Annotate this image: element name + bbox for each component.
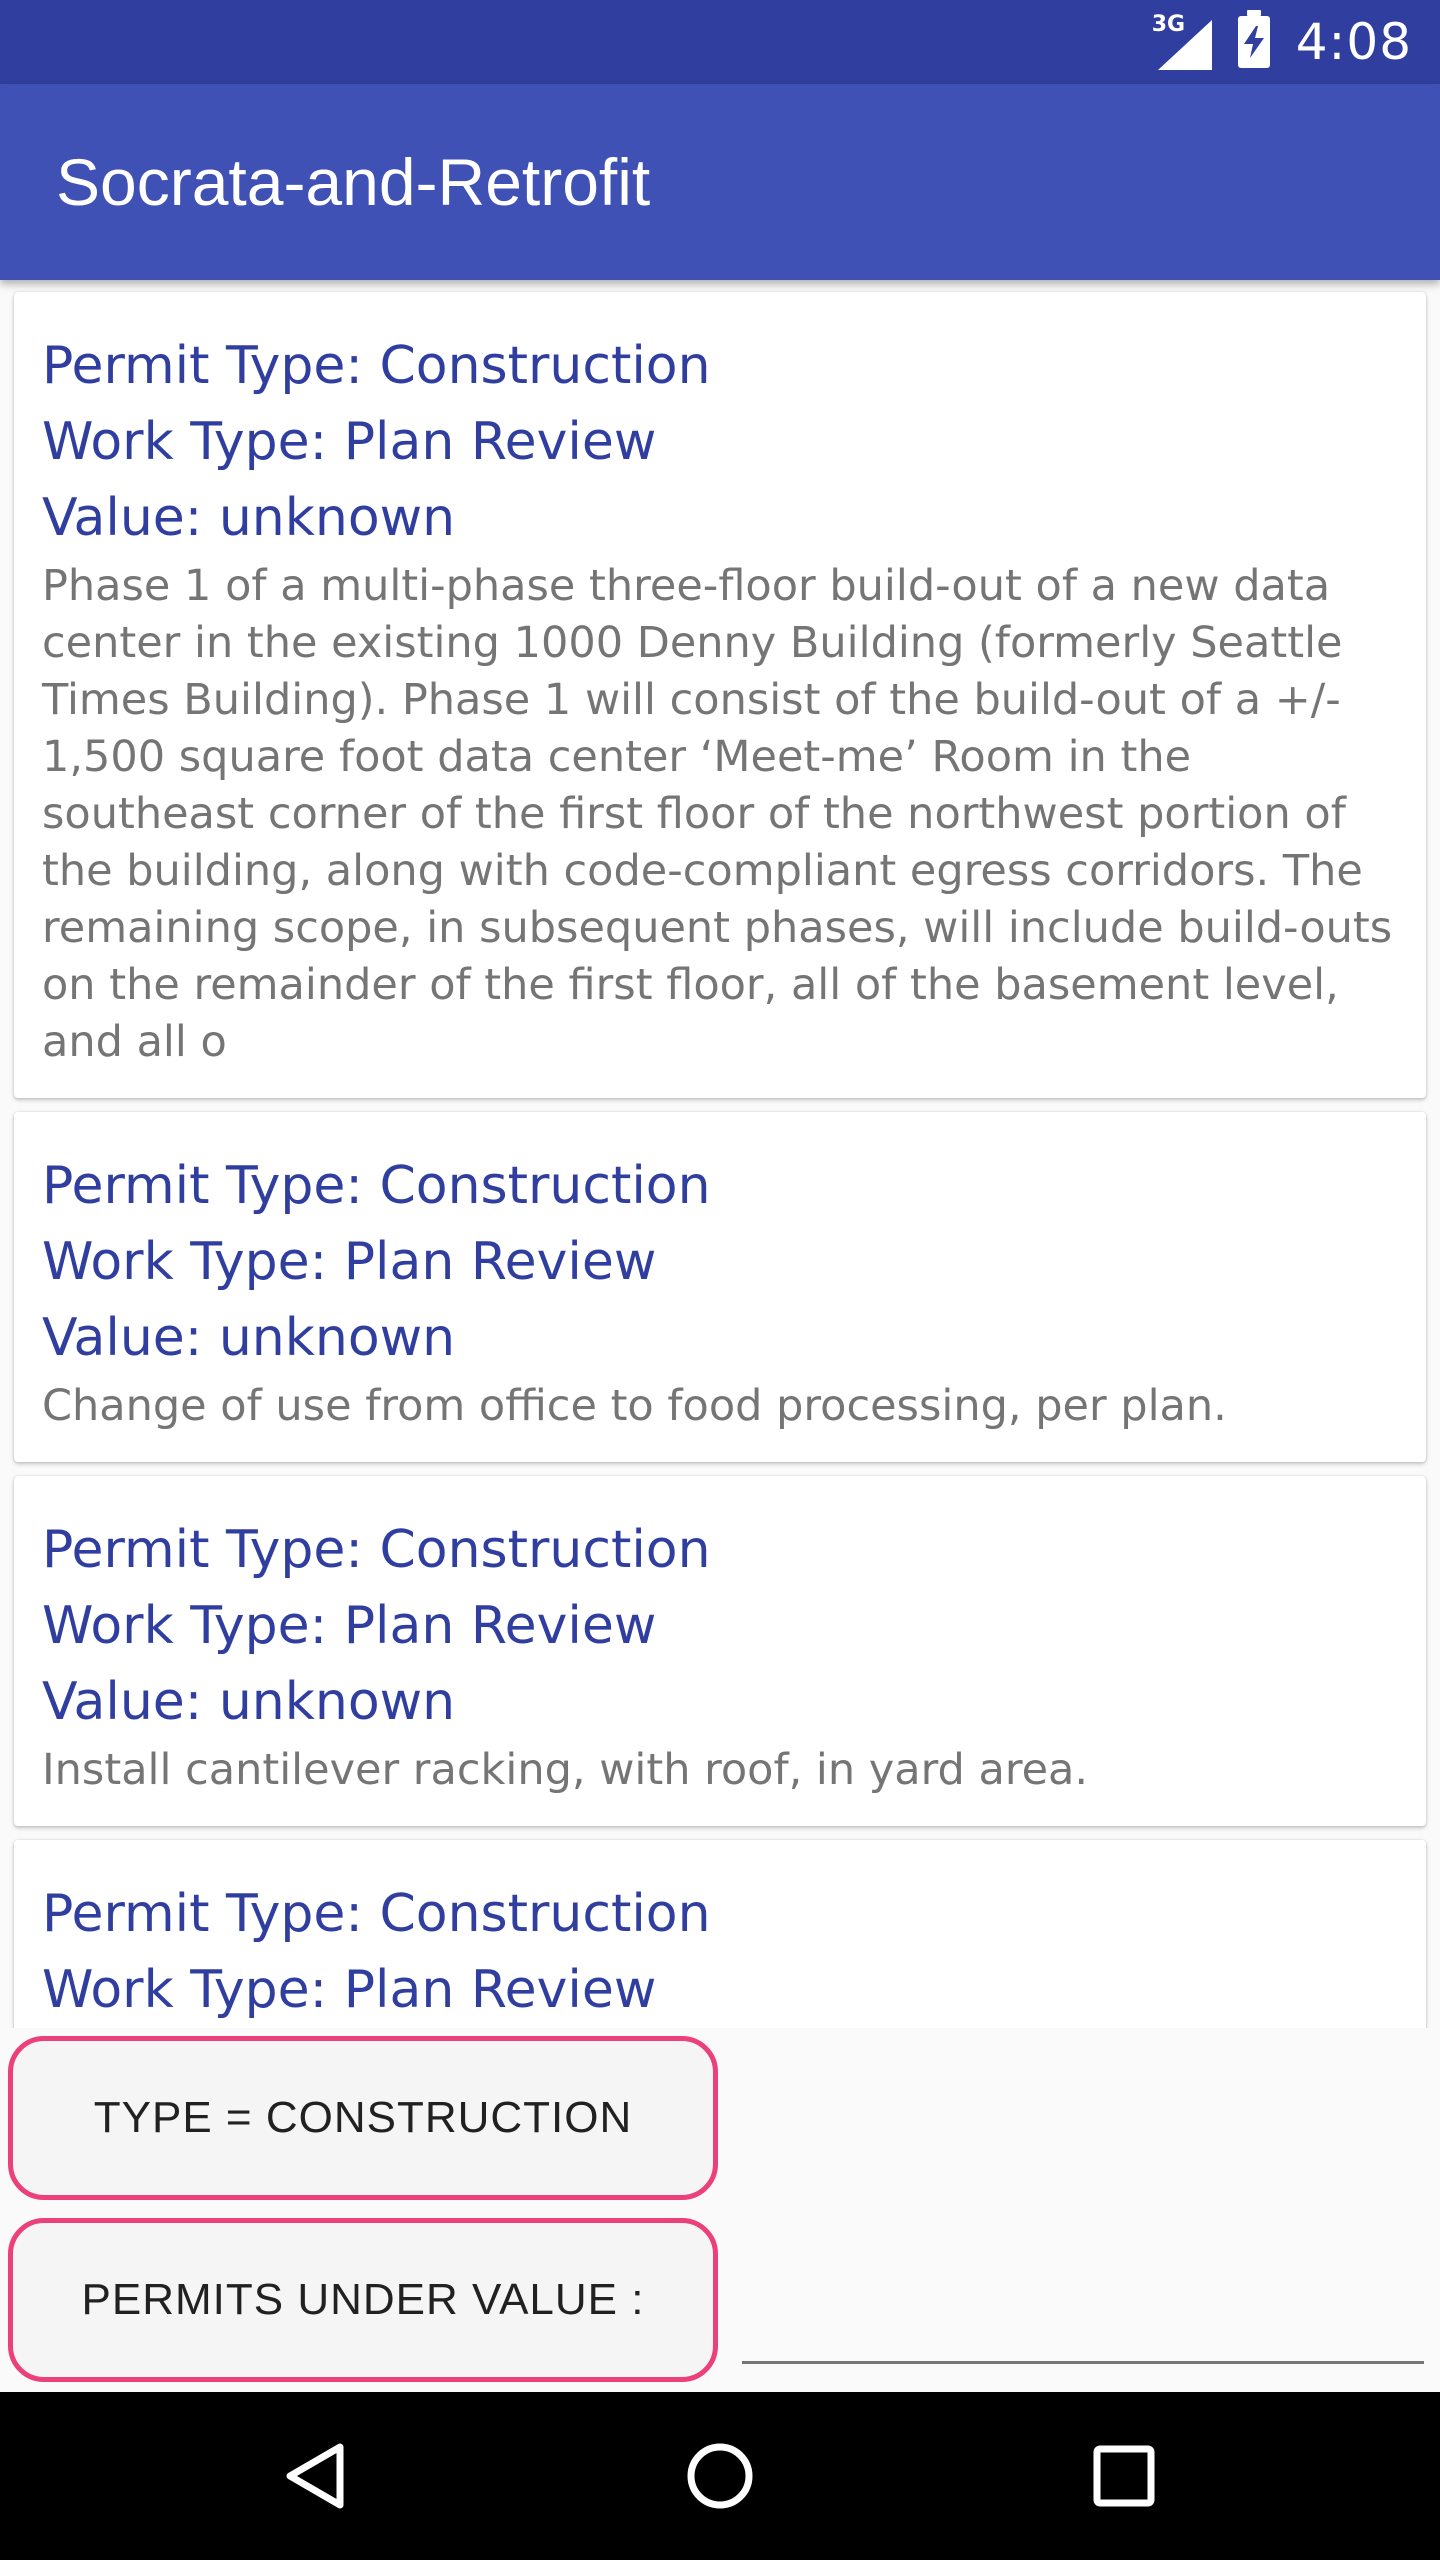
permit-card[interactable]: Permit Type: Construction Work Type: Pla… — [14, 1112, 1426, 1462]
battery-charging-icon — [1237, 10, 1270, 68]
permit-card[interactable]: Permit Type: Construction Work Type: Pla… — [14, 292, 1426, 1098]
value-input[interactable] — [742, 2240, 1424, 2364]
work-type-label: Work Type: Plan Review — [42, 1960, 657, 2020]
app-title: Socrata-and-Retrofit — [56, 145, 651, 219]
permit-type-label: Permit Type: Construction — [42, 336, 711, 396]
type-construction-button[interactable]: TYPE = CONSTRUCTION — [8, 2036, 718, 2200]
permit-value-label: Value: unknown — [42, 1672, 456, 1732]
recents-button[interactable] — [1024, 2392, 1224, 2560]
app-bar: Socrata-and-Retrofit — [0, 84, 1440, 280]
work-type-label: Work Type: Plan Review — [42, 1596, 657, 1656]
permit-type-label: Permit Type: Construction — [42, 1520, 711, 1580]
permit-card[interactable]: Permit Type: Construction Work Type: Pla… — [14, 1476, 1426, 1826]
permit-type-label: Permit Type: Construction — [42, 1884, 711, 1944]
home-circle-icon — [687, 2443, 753, 2509]
permit-list[interactable]: Permit Type: Construction Work Type: Pla… — [0, 280, 1440, 2028]
back-triangle-icon — [286, 2443, 344, 2509]
status-icons: 3G 4:08 — [1152, 0, 1412, 84]
home-button[interactable] — [620, 2392, 820, 2560]
status-time: 4:08 — [1295, 13, 1412, 71]
cellular-signal-icon: 3G — [1152, 12, 1212, 70]
permit-card[interactable]: Permit Type: Construction Work Type: Pla… — [14, 1840, 1426, 2028]
work-type-label: Work Type: Plan Review — [42, 1232, 657, 1292]
back-button[interactable] — [216, 2392, 416, 2560]
permit-description: Install cantilever racking, with roof, i… — [42, 1745, 1089, 1795]
permit-type-label: Permit Type: Construction — [42, 1156, 711, 1216]
work-type-label: Work Type: Plan Review — [42, 412, 657, 472]
recents-square-icon — [1093, 2445, 1155, 2507]
status-bar: 3G 4:08 — [0, 0, 1440, 84]
permits-under-value-button[interactable]: PERMITS UNDER VALUE : — [8, 2218, 718, 2382]
permit-value-label: Value: unknown — [42, 488, 456, 548]
permit-value-label: Value: unknown — [42, 1308, 456, 1368]
navigation-bar — [0, 2392, 1440, 2560]
permit-description: Change of use from office to food proces… — [42, 1381, 1227, 1431]
permit-description: Phase 1 of a multi-phase three-floor bui… — [42, 561, 1393, 1067]
